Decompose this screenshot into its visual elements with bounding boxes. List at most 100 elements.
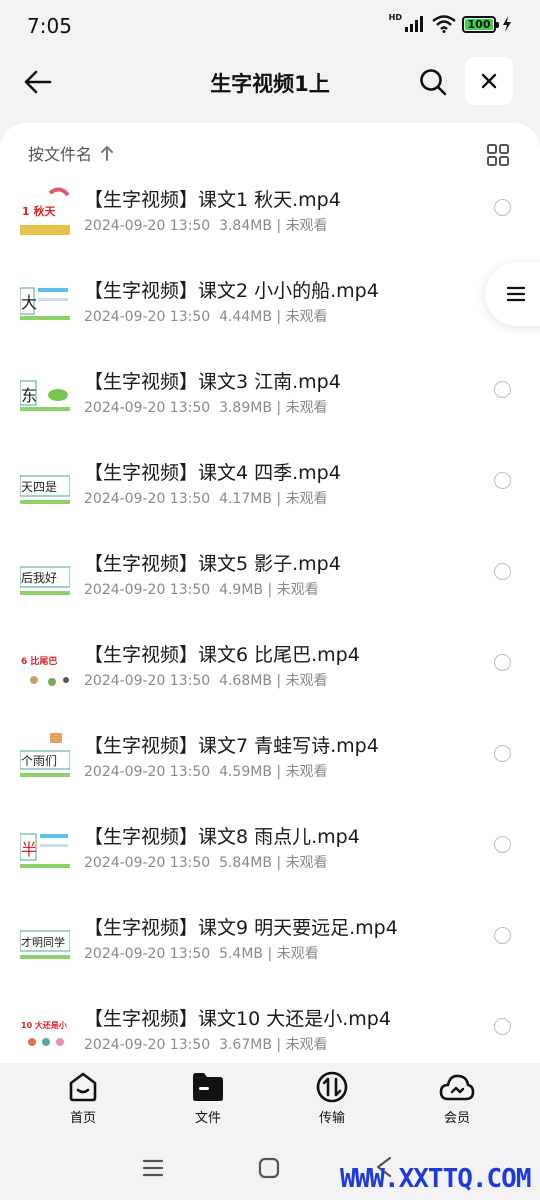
file-meta: 2024-09-20 13:50 4.68MB | 未观看 xyxy=(84,673,328,689)
file-row[interactable]: 10 大还是小 【生字视频】课文10 大还是小.mp4 2024-09-20 1… xyxy=(0,998,540,1063)
file-name: 【生字视频】课文5 影子.mp4 xyxy=(84,553,341,575)
file-row[interactable]: 半 【生字视频】课文8 雨点儿.mp4 2024-09-20 13:50 5.8… xyxy=(0,816,540,906)
signal-icon xyxy=(405,16,423,32)
file-size: 4.59MB xyxy=(219,764,272,780)
video-thumbnail: 6 比尾巴 xyxy=(20,640,70,690)
cloud-icon xyxy=(439,1074,475,1101)
watch-status: 未观看 xyxy=(285,764,328,780)
file-row[interactable]: 大 【生字视频】课文2 小小的船.mp4 2024-09-20 13:50 4.… xyxy=(0,270,540,360)
file-meta: 2024-09-20 13:50 3.89MB | 未观看 xyxy=(84,400,328,416)
file-date: 2024-09-20 13:50 xyxy=(84,309,211,325)
folder-icon xyxy=(193,1073,223,1101)
close-button[interactable] xyxy=(465,57,513,105)
thumbnail-text: 天四是 xyxy=(21,480,57,494)
file-row[interactable]: 6 比尾巴 【生字视频】课文6 比尾巴.mp4 2024-09-20 13:50… xyxy=(0,634,540,724)
select-radio[interactable] xyxy=(494,199,511,216)
sort-label: 按文件名 xyxy=(28,145,93,164)
home-circle-icon[interactable] xyxy=(258,1157,280,1179)
network-type-label: HD xyxy=(388,13,402,22)
watch-status: 未观看 xyxy=(285,309,328,325)
nav-label: 文件 xyxy=(194,1111,221,1126)
thumbnail-text: 大 xyxy=(21,293,37,312)
file-meta: 2024-09-20 13:50 3.84MB | 未观看 xyxy=(84,218,328,234)
file-date: 2024-09-20 13:50 xyxy=(84,400,211,416)
watch-status: 未观看 xyxy=(285,218,328,234)
file-list-card: 按文件名 1 秋天 【生字视频】课文1 秋天.mp4 2024-09-20 13… xyxy=(0,123,540,1063)
file-date: 2024-09-20 13:50 xyxy=(84,673,211,689)
thumbnail-text: 才明同学 xyxy=(21,935,65,949)
file-meta: 2024-09-20 13:50 4.59MB | 未观看 xyxy=(84,764,328,780)
select-radio[interactable] xyxy=(494,836,511,853)
search-icon xyxy=(420,69,447,96)
status-time: 7:05 xyxy=(27,14,72,38)
file-size: 3.67MB xyxy=(219,1037,272,1053)
file-meta: 2024-09-20 13:50 4.17MB | 未观看 xyxy=(84,491,328,507)
select-radio[interactable] xyxy=(494,927,511,944)
video-thumbnail: 大 xyxy=(20,276,70,326)
select-radio[interactable] xyxy=(494,654,511,671)
video-thumbnail: 后我好 xyxy=(20,549,70,599)
nav-membership[interactable]: 会员 xyxy=(417,1071,497,1126)
wifi-icon xyxy=(432,15,456,33)
menu-icon xyxy=(507,286,525,302)
home-icon xyxy=(69,1072,97,1102)
file-date: 2024-09-20 13:50 xyxy=(84,855,211,871)
status-icons: HD 100 xyxy=(388,13,512,33)
charging-icon xyxy=(503,16,511,32)
watch-status: 未观看 xyxy=(285,855,328,871)
thumbnail-text: 半 xyxy=(21,840,37,859)
thumbnail-text: 6 比尾巴 xyxy=(21,655,57,667)
file-date: 2024-09-20 13:50 xyxy=(84,582,211,598)
file-row[interactable]: 才明同学 【生字视频】课文9 明天要远足.mp4 2024-09-20 13:5… xyxy=(0,907,540,997)
video-thumbnail: 才明同学 xyxy=(20,913,70,963)
file-row[interactable]: 东 【生字视频】课文3 江南.mp4 2024-09-20 13:50 3.89… xyxy=(0,361,540,451)
select-radio[interactable] xyxy=(494,563,511,580)
file-name: 【生字视频】课文1 秋天.mp4 xyxy=(84,189,341,211)
search-button[interactable] xyxy=(413,62,453,102)
file-date: 2024-09-20 13:50 xyxy=(84,491,211,507)
file-date: 2024-09-20 13:50 xyxy=(84,1037,211,1053)
nav-files[interactable]: 文件 xyxy=(168,1071,248,1126)
file-size: 4.44MB xyxy=(219,309,272,325)
file-size: 3.89MB xyxy=(219,400,272,416)
bottom-nav: 首页 文件 传输 会员 xyxy=(0,1063,540,1133)
file-meta: 2024-09-20 13:50 3.67MB | 未观看 xyxy=(84,1037,328,1053)
select-radio[interactable] xyxy=(494,1018,511,1035)
battery-indicator: 100 xyxy=(462,15,499,33)
nav-label: 首页 xyxy=(69,1111,96,1126)
recent-apps-icon[interactable] xyxy=(142,1158,164,1178)
status-bar: 7:05 HD 100 xyxy=(0,0,540,52)
grid-icon xyxy=(487,144,509,166)
file-size: 4.68MB xyxy=(219,673,272,689)
thumbnail-text: 10 大还是小 xyxy=(21,1020,67,1030)
select-radio[interactable] xyxy=(494,472,511,489)
file-date: 2024-09-20 13:50 xyxy=(84,218,211,234)
select-radio[interactable] xyxy=(494,745,511,762)
file-name: 【生字视频】课文6 比尾巴.mp4 xyxy=(84,644,360,666)
file-row[interactable]: 天四是 【生字视频】课文4 四季.mp4 2024-09-20 13:50 4.… xyxy=(0,452,540,542)
floating-menu-button[interactable] xyxy=(485,262,540,326)
watermark: WWW.XXTTQ.COM xyxy=(340,1164,531,1194)
video-thumbnail: 东 xyxy=(20,367,70,417)
file-meta: 2024-09-20 13:50 5.4MB | 未观看 xyxy=(84,946,319,962)
nav-transfer[interactable]: 传输 xyxy=(292,1071,372,1126)
file-meta: 2024-09-20 13:50 4.9MB | 未观看 xyxy=(84,582,319,598)
file-meta: 2024-09-20 13:50 5.84MB | 未观看 xyxy=(84,855,328,871)
header: 生字视频1上 xyxy=(0,52,540,112)
close-icon xyxy=(481,73,497,89)
file-row[interactable]: 个雨们 【生字视频】课文7 青蛙写诗.mp4 2024-09-20 13:50 … xyxy=(0,725,540,815)
file-row[interactable]: 1 秋天 【生字视频】课文1 秋天.mp4 2024-09-20 13:50 3… xyxy=(0,179,540,269)
file-name: 【生字视频】课文9 明天要远足.mp4 xyxy=(84,917,398,939)
sort-button[interactable]: 按文件名 xyxy=(28,141,114,165)
nav-home[interactable]: 首页 xyxy=(43,1071,123,1126)
video-thumbnail: 天四是 xyxy=(20,458,70,508)
file-size: 4.17MB xyxy=(219,491,272,507)
page-title: 生字视频1上 xyxy=(210,72,330,96)
thumbnail-text: 后我好 xyxy=(21,571,57,585)
file-name: 【生字视频】课文10 大还是小.mp4 xyxy=(84,1008,391,1030)
thumbnail-text: 东 xyxy=(21,386,37,405)
file-row[interactable]: 后我好 【生字视频】课文5 影子.mp4 2024-09-20 13:50 4.… xyxy=(0,543,540,633)
select-radio[interactable] xyxy=(494,381,511,398)
battery-level: 100 xyxy=(465,18,493,30)
grid-view-button[interactable] xyxy=(486,143,510,167)
